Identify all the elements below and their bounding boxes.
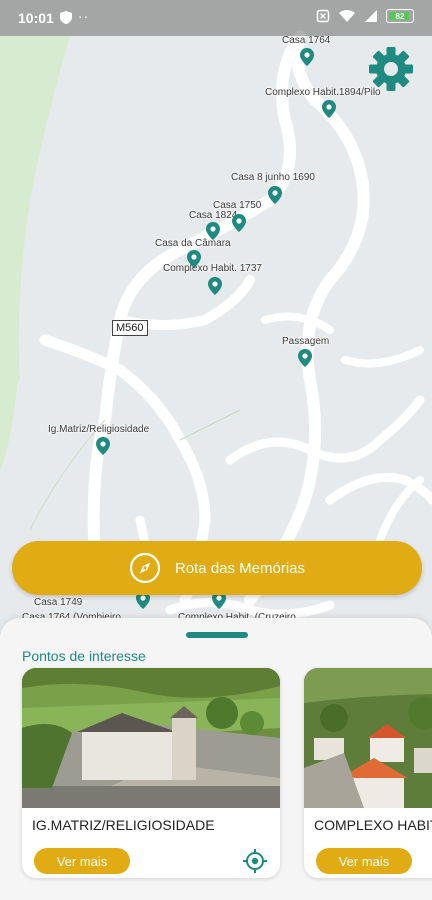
poi-label-ig-matriz: Ig.Matriz/Religiosidade xyxy=(48,424,150,435)
map-pin-icon[interactable] xyxy=(208,277,222,295)
route-memories-button[interactable]: Rota das Memórias xyxy=(12,541,422,595)
poi-label-passagem: Passagem xyxy=(282,336,330,347)
wifi-icon xyxy=(339,9,355,22)
battery-icon: 82 xyxy=(386,9,414,23)
poi-label-casa-1824: Casa 1824 xyxy=(189,210,238,221)
status-icons: 82 xyxy=(316,9,414,23)
poi-label-complexo-1894: Complexo Habit.1894/Pilo xyxy=(265,87,381,98)
map-pin-icon[interactable] xyxy=(268,186,282,204)
sheet-drag-handle[interactable] xyxy=(186,632,248,638)
notification-dots: ·· xyxy=(78,8,90,24)
battery-level: 82 xyxy=(395,11,405,21)
compass-icon xyxy=(129,552,161,584)
poi-card[interactable]: IG.MATRIZ/RELIGIOSIDADE Ver mais xyxy=(22,668,280,878)
points-of-interest-sheet[interactable]: Pontos de interesse IG.MATRIZ/RELIGIOSID… xyxy=(0,618,432,900)
signal-icon xyxy=(365,10,377,22)
map-pin-icon[interactable] xyxy=(206,222,220,240)
sheet-title: Pontos de interesse xyxy=(22,648,146,664)
church-photo xyxy=(22,668,280,808)
route-button-label: Rota das Memórias xyxy=(174,559,306,577)
poi-label-casa-1749: Casa 1749 xyxy=(34,597,83,608)
map-pin-icon[interactable] xyxy=(96,437,110,455)
poi-label-casa-1764: Casa 1764 xyxy=(282,35,331,46)
sim-icon xyxy=(316,9,330,23)
map-pin-icon[interactable] xyxy=(232,214,246,232)
road-shield-m560: M560 xyxy=(112,320,148,336)
map-pin-icon[interactable] xyxy=(187,250,201,268)
see-more-button[interactable]: Ver mais xyxy=(316,848,412,874)
map-pin-icon[interactable] xyxy=(322,100,336,118)
gear-icon[interactable] xyxy=(368,46,414,92)
map-pin-icon[interactable] xyxy=(300,48,314,66)
locate-on-map-icon[interactable] xyxy=(242,848,268,874)
map-pin-icon[interactable] xyxy=(298,349,312,367)
screen: M560 Casa 1764 Complexo Habit.1894/Pilo … xyxy=(0,0,432,900)
shield-icon xyxy=(60,11,72,24)
see-more-button[interactable]: Ver mais xyxy=(34,848,130,874)
poi-label-casa-8-junho: Casa 8 junho 1690 xyxy=(231,172,315,183)
status-bar: 10:01 ·· 82 xyxy=(0,0,432,36)
poi-card-title: COMPLEXO HABIT.1894/PILO xyxy=(314,817,432,833)
status-time: 10:01 xyxy=(18,10,54,26)
poi-card[interactable]: COMPLEXO HABIT.1894/PILO Ver mais xyxy=(304,668,432,878)
village-photo xyxy=(304,668,432,808)
poi-card-title: IG.MATRIZ/RELIGIOSIDADE xyxy=(32,817,215,833)
poi-label-complexo-1737: Complexo Habit. 1737 xyxy=(163,263,262,274)
